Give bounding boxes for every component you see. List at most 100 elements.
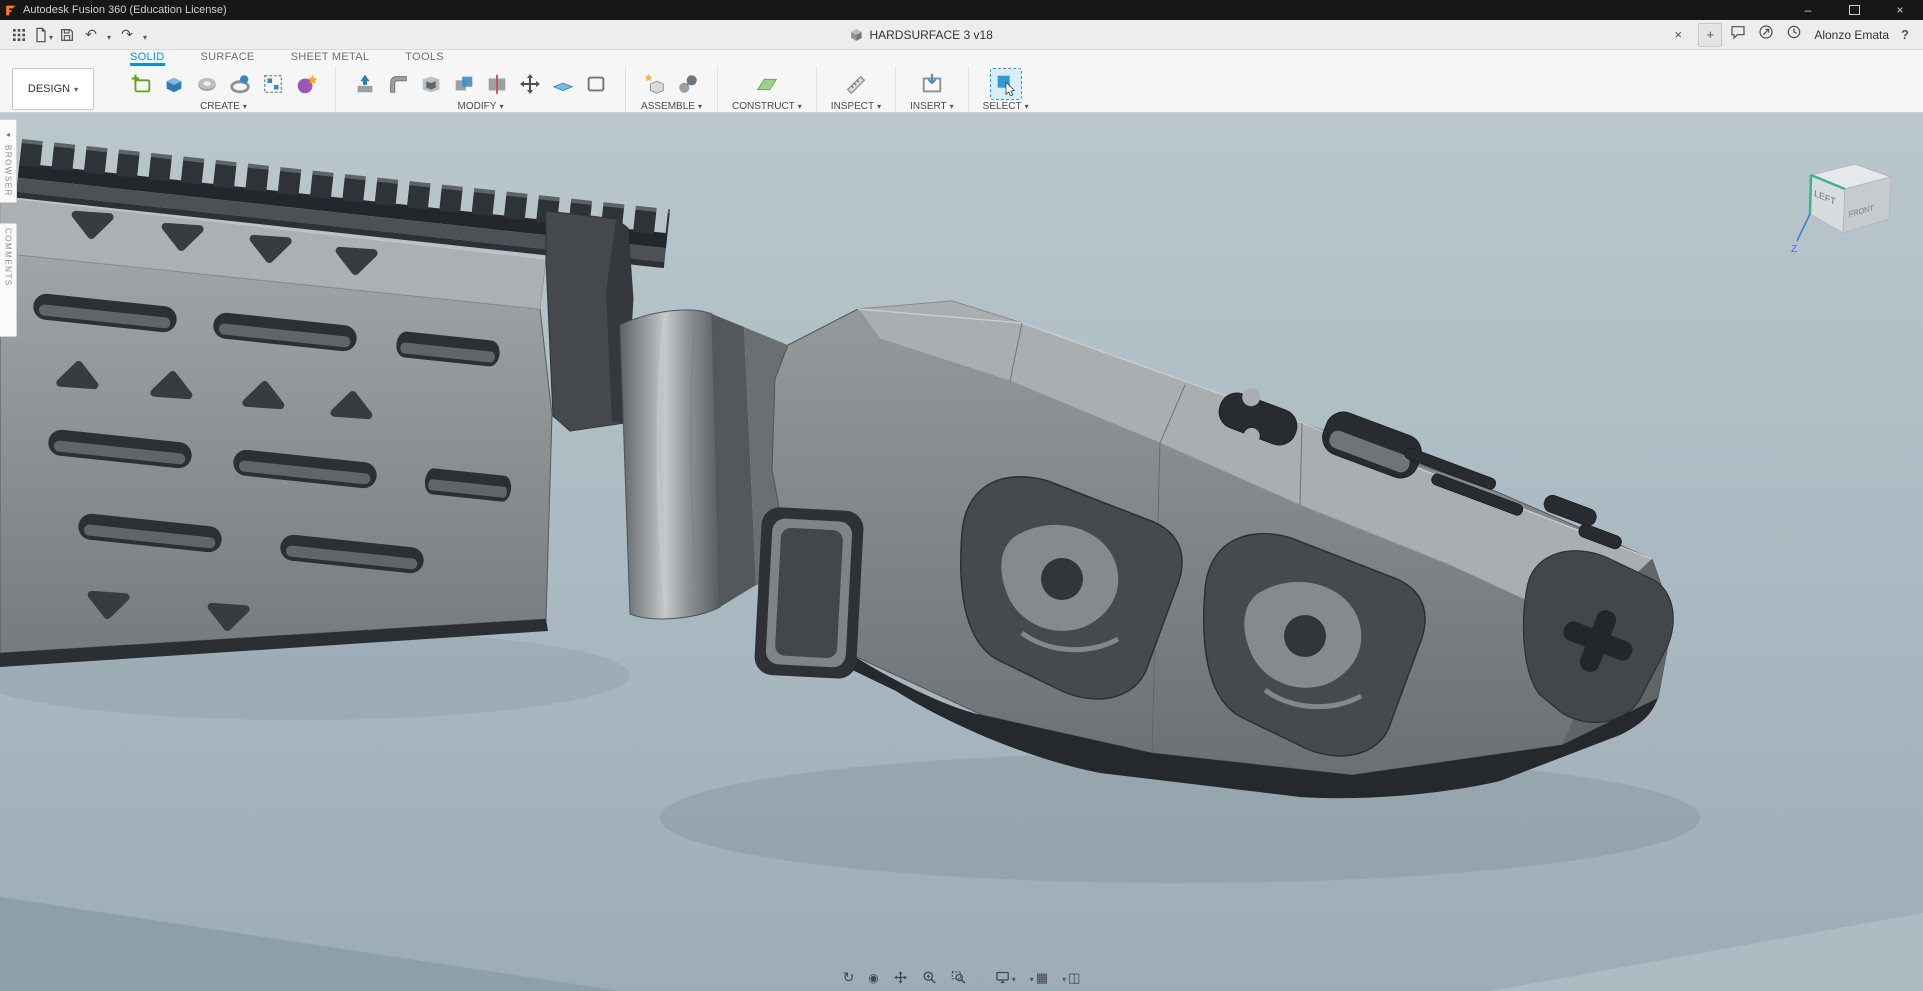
workspace-label: DESIGN: [27, 83, 71, 95]
undo-icon[interactable]: [80, 23, 102, 47]
chevron-down-icon: [1012, 970, 1016, 985]
align-icon[interactable]: [548, 69, 578, 99]
group-label: ASSEMBLE: [641, 100, 695, 112]
collapse-arrow-icon: [6, 124, 10, 142]
fillet-icon[interactable]: [383, 69, 413, 99]
new-document-icon[interactable]: [1698, 22, 1723, 47]
appbar-right-cluster: Alonzo Emata ?: [1730, 24, 1915, 45]
inspect-menu[interactable]: INSPECT: [831, 100, 881, 112]
redo-icon[interactable]: [116, 23, 138, 47]
title-bar: Autodesk Fusion 360 (Education License): [0, 0, 1923, 20]
comments-panel-label: COMMENTS: [3, 228, 13, 287]
close-document-icon[interactable]: [1668, 24, 1688, 44]
browser-panel-tab[interactable]: BROWSER: [0, 119, 17, 203]
new-component-icon[interactable]: [640, 69, 670, 99]
revolve-icon[interactable]: [192, 69, 222, 99]
pan-icon[interactable]: [893, 970, 908, 985]
viewport: BROWSER COMMENTS LEFT FRONT Z: [0, 113, 1923, 991]
file-menu-icon[interactable]: [32, 23, 54, 47]
document-tab[interactable]: HARDSURFACE 3 v18: [152, 20, 1690, 49]
comments-panel-tab[interactable]: COMMENTS: [0, 223, 17, 337]
select-icon[interactable]: [989, 67, 1022, 100]
chevron-down-icon: [49, 27, 53, 43]
fit-icon[interactable]: [951, 970, 966, 985]
chevron-down-icon: [1030, 970, 1034, 985]
user-account-menu[interactable]: Alonzo Emata: [1814, 28, 1889, 42]
fusion-logo: [6, 5, 16, 15]
minimize-button-icon[interactable]: [1785, 0, 1831, 20]
window-title: Autodesk Fusion 360 (Education License): [23, 4, 227, 16]
modify-menu[interactable]: MODIFY: [458, 100, 504, 112]
tab-sheet-metal[interactable]: SHEET METAL: [291, 51, 370, 66]
navigation-bar: [843, 969, 1081, 986]
offset-face-icon[interactable]: [581, 69, 611, 99]
toolbar-group-assemble: ASSEMBLE: [626, 66, 718, 112]
chevron-down-icon: [499, 101, 503, 112]
construct-plane-icon[interactable]: [752, 69, 782, 99]
chevron-down-icon: [74, 83, 78, 95]
chevron-down-icon: [950, 101, 954, 112]
group-label: INSPECT: [830, 100, 875, 112]
extrude-icon[interactable]: [159, 69, 189, 99]
display-settings-icon[interactable]: [995, 970, 1016, 985]
notifications-clock-icon[interactable]: [1786, 24, 1802, 45]
form-icon[interactable]: [291, 69, 321, 99]
redo-history-icon[interactable]: [140, 23, 150, 47]
orbit-icon[interactable]: [843, 969, 855, 986]
workspace-selector[interactable]: DESIGN: [12, 68, 94, 110]
look-at-icon[interactable]: [868, 971, 878, 985]
split-body-icon[interactable]: [482, 69, 512, 99]
zoom-icon[interactable]: [922, 970, 937, 985]
document-tab-label: HARDSURFACE 3 v18: [869, 27, 993, 42]
viewport-canvas[interactable]: [0, 113, 1923, 991]
move-copy-icon[interactable]: [515, 69, 545, 99]
help-icon[interactable]: ?: [1901, 27, 1909, 42]
browser-panel-label: BROWSER: [3, 145, 13, 197]
tab-tools[interactable]: TOOLS: [405, 51, 444, 66]
select-menu[interactable]: SELECT: [983, 100, 1029, 112]
toolbar-group-select: SELECT: [969, 66, 1043, 112]
insert-canvas-icon[interactable]: [917, 69, 947, 99]
toolbar-group-inspect: INSPECT: [817, 66, 897, 112]
shell-icon[interactable]: [416, 69, 446, 99]
window-controls: [1785, 0, 1923, 20]
extensions-icon[interactable]: [1758, 24, 1774, 45]
press-pull-icon[interactable]: [350, 69, 380, 99]
pattern-icon[interactable]: [258, 69, 288, 99]
group-label: SELECT: [982, 100, 1022, 112]
ribbon-tab-bar: SOLID SURFACE SHEET METAL TOOLS: [0, 50, 1923, 66]
job-status-icon[interactable]: [1730, 24, 1746, 45]
application-bar: HARDSURFACE 3 v18 Alonzo Emata ?: [0, 20, 1923, 50]
sweep-icon[interactable]: [225, 69, 255, 99]
measure-icon[interactable]: [841, 69, 871, 99]
construct-menu[interactable]: CONSTRUCT: [732, 100, 802, 112]
insert-menu[interactable]: INSERT: [910, 100, 954, 112]
toolbar-group-construct: CONSTRUCT: [718, 66, 817, 112]
toolbar: DESIGN CREATE MODIFY: [0, 66, 1923, 113]
create-sketch-icon[interactable]: [126, 69, 156, 99]
grid-snaps-icon[interactable]: [1030, 970, 1048, 986]
close-window-icon[interactable]: [1877, 0, 1923, 20]
tab-surface[interactable]: SURFACE: [201, 51, 255, 66]
viewcube[interactable]: LEFT FRONT Z: [1785, 141, 1915, 263]
app-grid-icon[interactable]: [8, 23, 30, 47]
toolbar-group-insert: INSERT: [896, 66, 969, 112]
group-label: CONSTRUCT: [732, 100, 795, 112]
assemble-menu[interactable]: ASSEMBLE: [641, 100, 702, 112]
viewports-icon[interactable]: [1062, 970, 1080, 986]
chevron-down-icon: [1062, 970, 1066, 985]
barrel-nut: [619, 309, 721, 620]
toolbar-group-create: CREATE: [112, 66, 336, 112]
chevron-down-icon: [1025, 101, 1029, 112]
chevron-down-icon: [698, 101, 702, 112]
maximize-button-icon[interactable]: [1831, 0, 1877, 20]
save-icon[interactable]: [56, 23, 78, 47]
tab-solid[interactable]: SOLID: [130, 51, 165, 66]
joint-icon[interactable]: [673, 69, 703, 99]
front-window-cutout: [754, 507, 864, 679]
undo-history-icon[interactable]: [104, 23, 114, 47]
toolbar-group-modify: MODIFY: [336, 66, 626, 112]
create-menu[interactable]: CREATE: [200, 100, 247, 112]
group-label: CREATE: [200, 100, 240, 112]
combine-icon[interactable]: [449, 69, 479, 99]
